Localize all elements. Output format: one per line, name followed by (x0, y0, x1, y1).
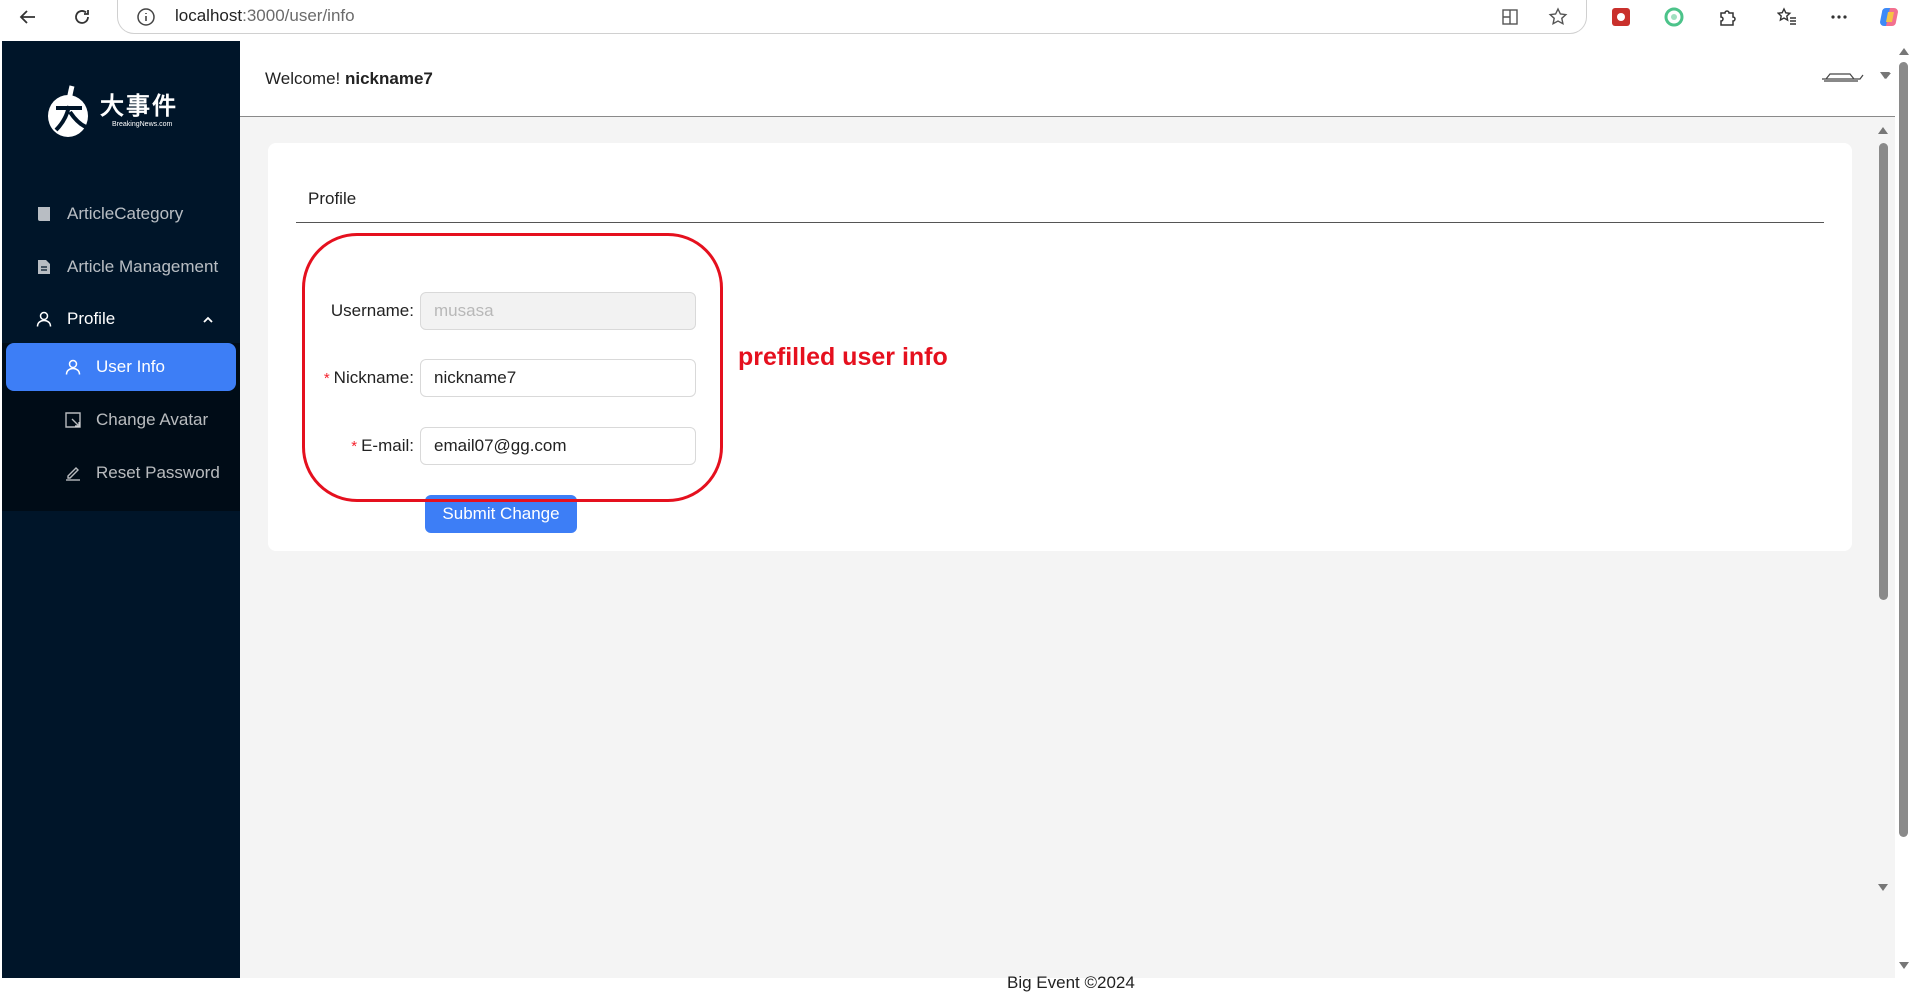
logo: 大事件 BreakingNews.com (46, 79, 206, 143)
page-scroll-down-icon[interactable] (1899, 962, 1909, 969)
sidebar-item-reset-password[interactable]: Reset Password (6, 449, 236, 497)
edit-icon (64, 464, 82, 482)
crop-icon (64, 411, 82, 429)
user-icon (64, 358, 82, 376)
favorites-list-icon[interactable] (1775, 5, 1799, 29)
extensions-puzzle-icon[interactable] (1715, 5, 1739, 29)
logo-english-text: BreakingNews.com (112, 121, 173, 128)
sidebar-item-article-management[interactable]: Article Management (2, 242, 240, 292)
sidebar-item-article-category[interactable]: ArticleCategory (2, 189, 240, 239)
header-scroll-down-icon[interactable] (1880, 72, 1890, 79)
chevron-up-icon[interactable] (202, 311, 214, 331)
extension-red-icon[interactable] (1609, 5, 1633, 29)
sidebar-item-change-avatar[interactable]: Change Avatar (6, 396, 236, 444)
book-icon (35, 205, 53, 223)
sidebar-item-label: Change Avatar (96, 410, 209, 429)
footer: Big Event ©2024 (1007, 973, 1135, 992)
url-text[interactable]: localhost:3000/user/info (175, 6, 355, 26)
content-scrollbar[interactable] (1879, 143, 1888, 600)
back-icon[interactable] (14, 3, 42, 31)
favorite-star-icon[interactable] (1546, 5, 1570, 29)
sidebar-item-label: Article Management (67, 257, 219, 276)
profile-submenu: User Info Change Avatar Reset Password (2, 343, 240, 511)
divider (296, 222, 1824, 223)
sidebar-item-label: Profile (67, 309, 116, 328)
reload-icon[interactable] (68, 3, 96, 31)
page-scrollbar[interactable] (1899, 62, 1908, 837)
sidebar-item-profile[interactable]: Profile (2, 294, 240, 344)
logo-mark-icon (48, 85, 88, 137)
sidebar-item-label: Reset Password (96, 463, 220, 482)
split-screen-icon[interactable] (1498, 5, 1522, 29)
scroll-down-icon[interactable] (1878, 884, 1888, 891)
sidebar-item-user-info[interactable]: User Info (6, 343, 236, 391)
avatar[interactable] (1820, 69, 1864, 87)
address-bar[interactable]: localhost:3000/user/info (117, 0, 1587, 34)
scroll-up-icon[interactable] (1878, 127, 1888, 134)
extension-green-icon[interactable] (1662, 5, 1686, 29)
sidebar-item-label: User Info (96, 357, 165, 376)
browser-toolbar: localhost:3000/user/info (0, 0, 1913, 34)
more-options-icon[interactable] (1827, 5, 1851, 29)
annotation-highlight (302, 233, 723, 502)
sidebar: 大事件 BreakingNews.com ArticleCategory Art… (2, 41, 240, 978)
annotation-text: prefilled user info (738, 343, 948, 371)
app-frame: 大事件 BreakingNews.com ArticleCategory Art… (2, 41, 1895, 992)
card-title: Profile (308, 189, 357, 208)
document-icon (35, 258, 53, 276)
header-nickname: nickname7 (345, 69, 433, 88)
copilot-icon[interactable] (1877, 5, 1901, 29)
welcome-message: Welcome! nickname7 (265, 69, 433, 88)
logo-chinese-text: 大事件 (100, 91, 178, 120)
site-info-icon[interactable] (136, 7, 156, 32)
page-scroll-up-icon[interactable] (1899, 48, 1909, 55)
sidebar-item-label: ArticleCategory (67, 204, 184, 223)
user-icon (35, 310, 53, 328)
header: Welcome! nickname7 (240, 41, 1895, 117)
